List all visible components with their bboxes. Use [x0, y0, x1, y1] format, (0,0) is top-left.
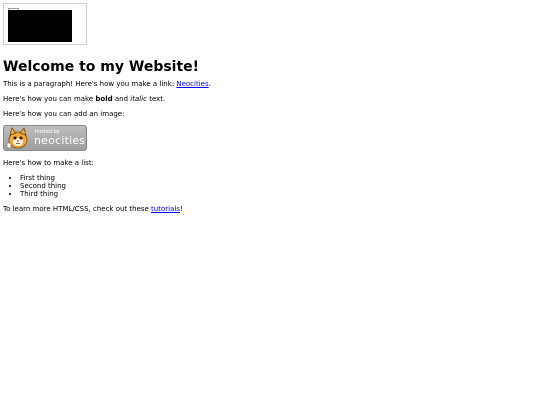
- paragraph-text: This is a paragraph! Here's how you make…: [3, 80, 177, 88]
- page-title: Welcome to my Website!: [3, 59, 200, 75]
- list-item: Second thing: [20, 182, 533, 190]
- image-thumbnail: [3, 3, 87, 45]
- list-item: Third thing: [20, 190, 533, 198]
- hosted-by-neocities-badge[interactable]: hosted by neocities: [3, 125, 87, 151]
- page: Welcome to my Website! This is a paragra…: [3, 3, 533, 214]
- tutorials-link[interactable]: tutorials: [151, 205, 180, 213]
- badge-logo-text: neocities: [34, 134, 86, 147]
- paragraph-text-end: text.: [146, 95, 166, 103]
- paragraph-tutorials: To learn more HTML/CSS, check out these …: [3, 205, 533, 214]
- paragraph-text-middle: and: [112, 95, 131, 103]
- paragraph-formatting: Here's how you can make bold and italic …: [3, 95, 533, 104]
- paragraph-link: This is a paragraph! Here's how you make…: [3, 80, 533, 89]
- neocities-link[interactable]: Neocities: [176, 80, 208, 88]
- paragraph-text-end: !: [179, 205, 183, 213]
- image-preview: [8, 10, 72, 42]
- paragraph-text: To learn more HTML/CSS, check out these: [3, 205, 152, 213]
- bold-text: bold: [95, 95, 113, 103]
- italic-text: italic: [130, 95, 147, 103]
- paragraph-text-end: .: [208, 80, 211, 88]
- list-item: First thing: [20, 174, 533, 182]
- paragraph-list-intro: Here's how to make a list:: [3, 159, 94, 167]
- bullet-list: First thing Second thing Third thing: [3, 174, 533, 198]
- paragraph-text: Here's how you can make: [3, 95, 96, 103]
- neocities-cat-icon: [6, 127, 28, 149]
- paragraph-image-intro: Here's how you can add an image:: [3, 110, 125, 118]
